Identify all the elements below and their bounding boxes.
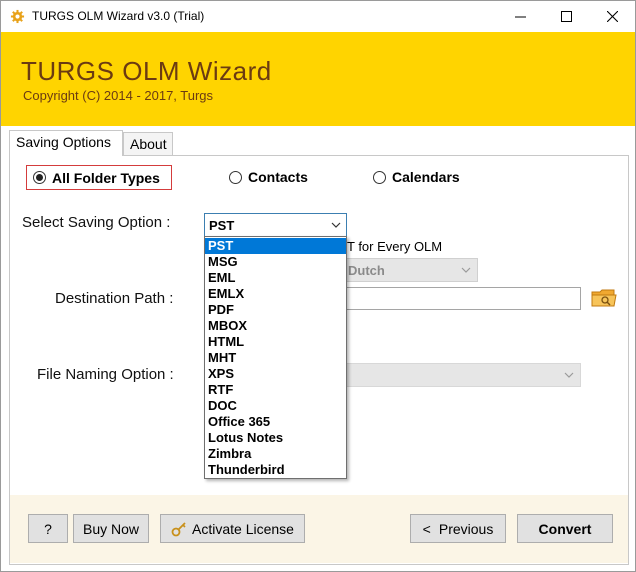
- radio-label: Contacts: [248, 169, 308, 185]
- destination-path-label: Destination Path :: [55, 290, 174, 307]
- chevron-down-icon: [461, 267, 471, 273]
- dropdown-option[interactable]: PST: [205, 238, 346, 254]
- dropdown-option[interactable]: MBOX: [205, 318, 346, 334]
- radio-unchecked-icon: [373, 170, 386, 184]
- previous-label: Previous: [438, 520, 494, 537]
- destination-path-input[interactable]: [341, 287, 581, 310]
- key-icon: [171, 521, 186, 536]
- dropdown-option[interactable]: PDF: [205, 302, 346, 318]
- maximize-button[interactable]: [543, 1, 589, 32]
- buy-now-label: Buy Now: [82, 520, 140, 537]
- previous-button[interactable]: < Previous: [410, 514, 506, 543]
- close-button[interactable]: [589, 1, 635, 32]
- browse-folder-button[interactable]: [590, 285, 618, 311]
- file-naming-combo: [341, 363, 581, 387]
- dropdown-option[interactable]: EMLX: [205, 286, 346, 302]
- radio-unchecked-icon: [229, 170, 242, 184]
- saving-option-select[interactable]: PST: [204, 213, 347, 237]
- radio-checked-icon: [33, 171, 46, 184]
- file-naming-label: File Naming Option :: [37, 366, 174, 383]
- app-window: TURGS OLM Wizard v3.0 (Trial) TURGS OLM …: [0, 0, 636, 572]
- chevron-left-icon: <: [422, 520, 431, 537]
- maximize-icon: [560, 11, 572, 22]
- dropdown-option[interactable]: HTML: [205, 334, 346, 350]
- dropdown-option[interactable]: Office 365: [205, 414, 346, 430]
- dropdown-option[interactable]: MSG: [205, 254, 346, 270]
- radio-calendars[interactable]: Calendars: [373, 169, 460, 185]
- saving-option-dropdown-list: PST MSG EML EMLX PDF MBOX HTML MHT XPS RTF DOC Offi…: [204, 236, 347, 479]
- language-combo-value: Dutch: [348, 263, 385, 278]
- dropdown-option[interactable]: XPS: [205, 366, 346, 382]
- saving-option-label: Select Saving Option :: [22, 214, 171, 231]
- chevron-down-icon: [564, 372, 574, 378]
- buy-now-button[interactable]: Buy Now: [73, 514, 149, 543]
- tab-about[interactable]: About: [123, 132, 173, 156]
- minimize-button[interactable]: [497, 1, 543, 32]
- window-title: TURGS OLM Wizard v3.0 (Trial): [32, 9, 205, 23]
- dropdown-option[interactable]: MHT: [205, 350, 346, 366]
- header-banner: TURGS OLM Wizard Copyright (C) 2014 - 20…: [1, 32, 635, 126]
- chevron-down-icon: [331, 222, 341, 228]
- radio-contacts[interactable]: Contacts: [229, 169, 308, 185]
- radio-label: All Folder Types: [52, 169, 160, 186]
- split-checkbox-label: T for Every OLM: [347, 239, 443, 254]
- tab-saving-options[interactable]: Saving Options: [9, 130, 123, 156]
- dropdown-option[interactable]: Lotus Notes: [205, 430, 346, 446]
- dropdown-option[interactable]: DOC: [205, 398, 346, 414]
- saving-option-value: PST: [209, 218, 235, 233]
- close-icon: [606, 11, 618, 22]
- minimize-icon: [514, 16, 526, 18]
- copyright-text: Copyright (C) 2014 - 2017, Turgs: [23, 88, 214, 103]
- radio-all-folder-types[interactable]: All Folder Types: [26, 165, 172, 190]
- app-name: TURGS OLM Wizard: [21, 56, 272, 86]
- language-combo: Dutch: [341, 258, 478, 282]
- activate-license-button[interactable]: Activate License: [160, 514, 305, 543]
- dropdown-option[interactable]: Zimbra: [205, 446, 346, 462]
- radio-label: Calendars: [392, 169, 460, 185]
- help-button[interactable]: ?: [28, 514, 68, 543]
- convert-button[interactable]: Convert: [517, 514, 613, 543]
- dropdown-option[interactable]: Thunderbird: [205, 462, 346, 478]
- dropdown-option[interactable]: RTF: [205, 382, 346, 398]
- folder-icon: [591, 289, 617, 307]
- dropdown-option[interactable]: EML: [205, 270, 346, 286]
- title-bar: TURGS OLM Wizard v3.0 (Trial): [1, 1, 635, 32]
- activate-license-label: Activate License: [192, 520, 294, 537]
- app-gear-icon: [10, 9, 25, 24]
